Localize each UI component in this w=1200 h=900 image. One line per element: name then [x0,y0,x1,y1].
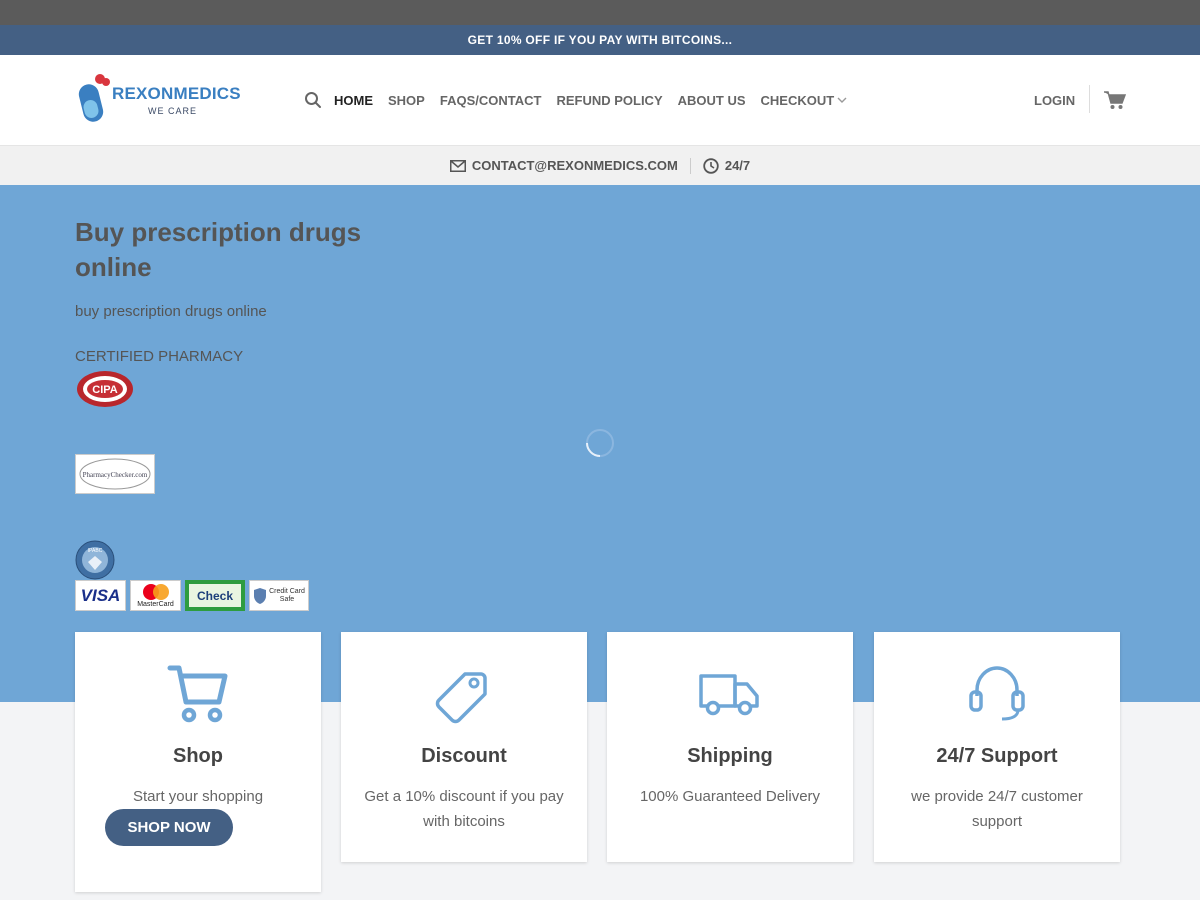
mail-icon [449,159,466,172]
card-title: Discount [421,745,507,767]
mastercard-circles-icon [142,583,169,600]
hero-section: Buy prescription drugs online buy prescr… [0,185,1200,702]
nav-refund-policy[interactable]: REFUND POLICY [556,93,662,108]
card-title: Shop [173,745,223,767]
card-text: Get a 10% discount if you pay with bitco… [364,788,564,830]
payment-methods: VISA MasterCard Check Credit Card Safe [75,580,309,611]
nav-checkout-label: CHECKOUT [760,92,835,108]
nav-home[interactable]: HOME [334,93,373,108]
cart-icon[interactable] [1104,90,1126,110]
card-text: 100% Guaranteed Delivery [639,788,821,805]
card-icon-wrap [607,662,853,724]
contact-email[interactable]: CONTACT@REXONMEDICS.COM [449,158,678,173]
main-nav: HOME SHOP FAQS/CONTACT REFUND POLICY ABO… [304,91,862,109]
feature-card-shop: Shop Start your shopping SHOP NOW [75,632,321,892]
tag-icon [435,672,487,724]
visa-text: VISA [80,585,121,605]
cipa-badge-text: CIPA [92,384,118,396]
pharmacy-checker-text: PharmacyChecker.com [83,471,148,479]
loading-spinner-icon [586,429,614,457]
nav-home-label: HOME [334,92,373,108]
feature-card-discount: Discount Get a 10% discount if you pay w… [341,632,587,862]
site-header: REXONMEDICS WE CARE HOME SHOP FAQS/CONTA… [0,55,1200,145]
feature-card-support: 24/7 Support we provide 24/7 customer su… [874,632,1120,862]
search-icon[interactable] [304,91,322,109]
shop-now-button[interactable]: SHOP NOW [105,809,233,846]
pharmacy-checker-seal: PharmacyChecker.com [79,458,151,490]
hero-subtitle: buy prescription drugs online [75,303,267,320]
certified-label: CERTIFIED PHARMACY [75,348,244,365]
promo-text: GET 10% OFF IF YOU PAY WITH BITCOINS... [467,33,733,47]
card-text: Start your shopping [132,788,264,805]
nav-faqs-label: FAQS/CONTACT [439,92,542,108]
mastercard-logo: MasterCard [130,580,181,611]
card-text: we provide 24/7 customer support [911,788,1083,830]
cart-icon [167,665,228,723]
login-link[interactable]: LOGIN [1034,93,1075,108]
mastercard-text: MasterCard [137,600,174,608]
promo-banner: GET 10% OFF IF YOU PAY WITH BITCOINS... [0,25,1200,55]
chevron-down-icon [837,97,847,103]
clock-icon [703,157,719,174]
nav-shop-label: SHOP [388,92,425,108]
nav-about-label: ABOUT US [677,92,746,108]
check-text: Check [196,588,234,603]
top-strip [0,0,1200,25]
nav-faqs-contact[interactable]: FAQS/CONTACT [440,93,542,108]
logo-name: REXONMEDICS [112,84,241,103]
site-logo[interactable]: REXONMEDICS WE CARE [78,70,248,126]
contact-divider [689,157,691,174]
visa-logo: VISA [75,580,126,611]
card-icon-wrap [341,662,587,724]
shield-icon [254,587,266,604]
nav-checkout[interactable]: CHECKOUT [761,93,848,108]
header-divider [1089,85,1090,113]
headset-icon [969,666,1025,721]
contact-bar: CONTACT@REXONMEDICS.COM 24/7 [0,145,1200,185]
ipabc-badge[interactable]: IPABC [75,540,115,580]
feature-card-shipping: Shipping 100% Guaranteed Delivery [607,632,853,862]
logo-tagline: WE CARE [148,106,198,116]
hero-title: Buy prescription drugs online [75,217,362,282]
nav-refund-label: REFUND POLICY [556,92,663,108]
credit-card-safe-logo: Credit Card Safe [249,580,309,611]
card-icon-wrap [874,662,1120,724]
nav-about-us[interactable]: ABOUT US [678,93,746,108]
contact-hours-text: 24/7 [724,158,751,173]
card-title: Shipping [687,745,773,767]
card-icon-wrap [75,662,321,724]
nav-shop[interactable]: SHOP [388,93,425,108]
ipabc-text: IPABC [88,548,103,554]
check-logo: Check [185,580,245,611]
pharmacy-checker-badge[interactable]: PharmacyChecker.com [75,454,155,494]
cipa-badge[interactable]: CIPA [76,370,134,408]
contact-hours: 24/7 [703,157,751,174]
truck-icon [699,674,759,716]
logo-capsule-icon [78,74,110,122]
card-title: 24/7 Support [936,745,1058,767]
check-inner: Check [189,584,241,607]
contact-email-text: CONTACT@REXONMEDICS.COM [471,158,678,173]
credit-card-safe-text: Credit Card Safe [269,587,305,603]
